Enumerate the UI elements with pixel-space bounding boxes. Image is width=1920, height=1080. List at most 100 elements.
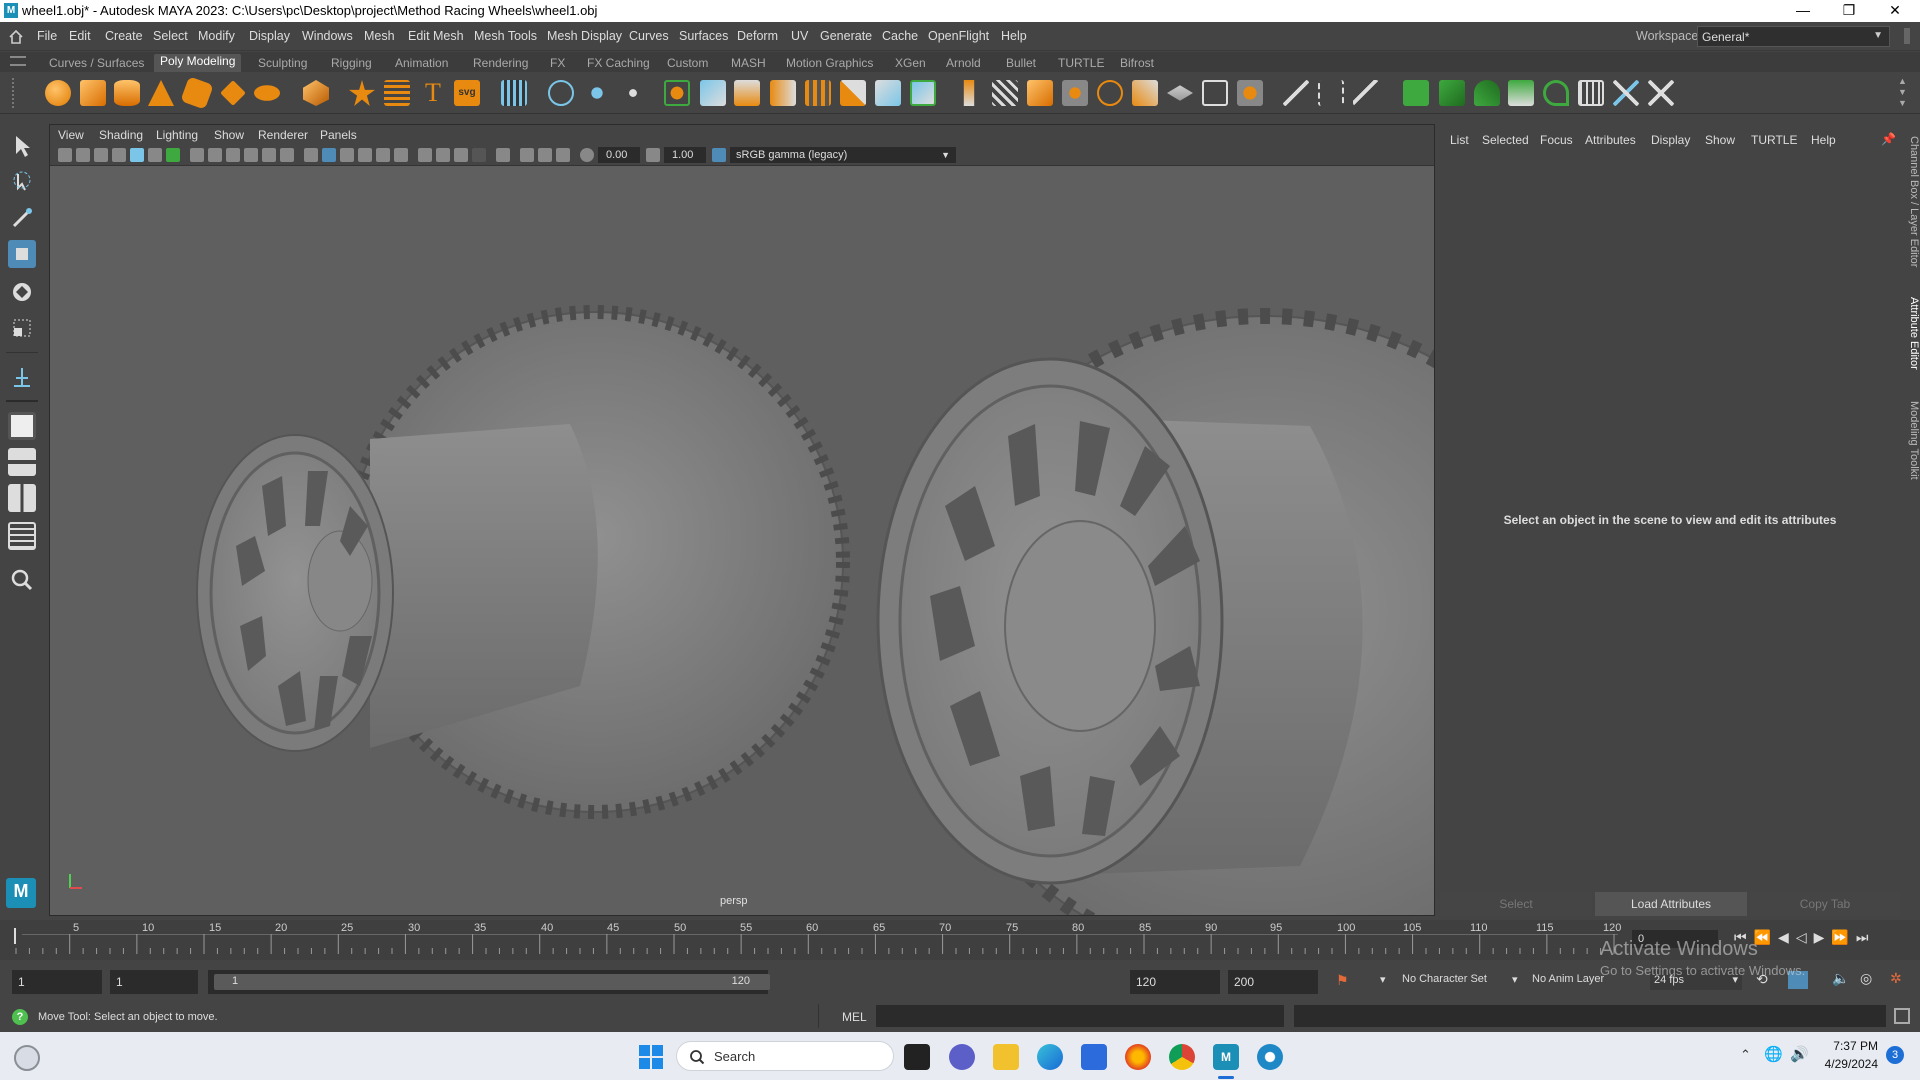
freeze-transform-icon[interactable]: [1439, 80, 1465, 106]
minimize-button[interactable]: —: [1780, 0, 1826, 22]
menu-file[interactable]: File: [37, 29, 57, 43]
ae-menu-focus[interactable]: Focus: [1540, 133, 1573, 147]
mirror-icon[interactable]: [1403, 80, 1429, 106]
paint-weights-icon[interactable]: [1353, 80, 1379, 106]
ae-load-attributes-button[interactable]: Load Attributes: [1595, 892, 1747, 916]
menu-surfaces[interactable]: Surfaces: [679, 29, 728, 43]
outliner-layout-icon[interactable]: [8, 522, 36, 550]
smooth-shade-icon[interactable]: [322, 148, 336, 162]
extrude-icon[interactable]: [734, 80, 760, 106]
chevron-up-icon[interactable]: ⌃: [1740, 1047, 1751, 1063]
taskbar-search-box[interactable]: Search: [676, 1041, 894, 1071]
shelf-tab-rendering[interactable]: Rendering: [473, 56, 528, 70]
svg-tool-icon[interactable]: svg: [454, 80, 480, 106]
delete-icon[interactable]: [1648, 80, 1674, 106]
paint-select-icon[interactable]: [8, 204, 36, 232]
range-slider[interactable]: 1 120: [208, 970, 770, 994]
poly-plane-icon[interactable]: [220, 80, 246, 106]
side-tab-attribute-editor[interactable]: Attribute Editor: [1901, 285, 1920, 381]
type-tool-icon[interactable]: T: [420, 80, 446, 106]
menu-edit[interactable]: Edit: [69, 29, 91, 43]
shelf-tab-motion-graphics[interactable]: Motion Graphics: [786, 56, 873, 70]
ae-menu-show[interactable]: Show: [1705, 133, 1735, 147]
offset-edge-loop-icon[interactable]: [992, 80, 1018, 106]
play-forward-icon[interactable]: ▶: [1814, 929, 1832, 945]
slide-edge-icon[interactable]: [1132, 80, 1158, 106]
xray-joints-icon[interactable]: [556, 148, 570, 162]
animation-end-field[interactable]: 200: [1228, 970, 1318, 994]
command-input[interactable]: [876, 1005, 1284, 1027]
viewport-panel[interactable]: View Shading Lighting Show Renderer Pane…: [49, 124, 1435, 916]
shelf-tab-custom[interactable]: Custom: [667, 56, 708, 70]
delete-history-icon[interactable]: [1508, 80, 1534, 106]
taskbar-date[interactable]: 4/29/2024: [1808, 1057, 1878, 1071]
center-pivot-icon[interactable]: [1474, 80, 1500, 106]
search-icon[interactable]: [8, 566, 36, 594]
volume-icon[interactable]: 🔊: [1790, 1045, 1809, 1063]
language-globe-icon[interactable]: 🌐: [1764, 1045, 1783, 1063]
shelf-tab-rigging[interactable]: Rigging: [331, 56, 372, 70]
ae-menu-attributes[interactable]: Attributes: [1585, 133, 1636, 147]
chevron-down-icon[interactable]: ▾: [1512, 973, 1518, 986]
shelf-tab-turtle[interactable]: TURTLE: [1058, 56, 1104, 70]
wireframe-on-shaded-icon[interactable]: [340, 148, 354, 162]
viewport-menu-shading[interactable]: Shading: [99, 128, 143, 142]
ae-menu-turtle[interactable]: TURTLE: [1751, 133, 1797, 147]
windows-start-icon[interactable]: [638, 1044, 664, 1070]
gamma-field[interactable]: 1.00: [664, 147, 706, 163]
shelf-tab-bullet[interactable]: Bullet: [1006, 56, 1036, 70]
menu-select[interactable]: Select: [153, 29, 188, 43]
gamma-icon[interactable]: [646, 148, 660, 162]
viewport-menu-renderer[interactable]: Renderer: [258, 128, 308, 142]
menu-modify[interactable]: Modify: [198, 29, 235, 43]
combine-icon[interactable]: [664, 80, 690, 106]
viewport-menu-show[interactable]: Show: [214, 128, 244, 142]
microsoft-store-icon[interactable]: [1081, 1044, 1107, 1070]
mel-label[interactable]: MEL: [842, 1010, 867, 1024]
shelf-options-icon[interactable]: [12, 78, 22, 108]
ae-menu-list[interactable]: List: [1450, 133, 1469, 147]
go-to-end-icon[interactable]: ⏭: [1856, 929, 1876, 945]
taskbar-time[interactable]: 7:37 PM: [1818, 1039, 1878, 1053]
menu-windows[interactable]: Windows: [302, 29, 353, 43]
shelf-menu-icon[interactable]: [10, 56, 26, 66]
platonic-solid-icon[interactable]: [303, 80, 329, 106]
poly-torus-icon[interactable]: [180, 76, 214, 110]
append-polygon-icon[interactable]: [805, 80, 831, 106]
shelf-tab-fx[interactable]: FX: [550, 56, 565, 70]
soft-mod-tool-icon[interactable]: [8, 364, 36, 392]
playback-end-field[interactable]: 120: [1130, 970, 1220, 994]
menu-generate[interactable]: Generate: [820, 29, 872, 43]
menu-mesh-tools[interactable]: Mesh Tools: [474, 29, 537, 43]
color-management-icon[interactable]: [712, 148, 726, 162]
poly-sphere-icon[interactable]: [45, 80, 71, 106]
menu-help[interactable]: Help: [1001, 29, 1027, 43]
exposure-field[interactable]: 0.00: [598, 147, 640, 163]
camera-attributes-icon[interactable]: [94, 148, 108, 162]
symmetry-icon[interactable]: [1318, 80, 1344, 106]
uv-editor-icon[interactable]: [501, 80, 527, 106]
poly-disc-icon[interactable]: [254, 85, 280, 101]
multi-cut-icon[interactable]: [875, 80, 901, 106]
maya-taskbar-icon[interactable]: M: [1213, 1044, 1239, 1070]
separate-icon[interactable]: [584, 80, 610, 106]
ae-select-button[interactable]: Select: [1440, 892, 1592, 916]
depth-of-field-icon[interactable]: [472, 148, 486, 162]
menu-edit-mesh[interactable]: Edit Mesh: [408, 29, 464, 43]
menu-cache[interactable]: Cache: [882, 29, 918, 43]
anim-layer-label[interactable]: No Anim Layer: [1532, 973, 1604, 985]
menu-display[interactable]: Display: [249, 29, 290, 43]
task-view-icon[interactable]: [904, 1044, 930, 1070]
ae-menu-help[interactable]: Help: [1811, 133, 1836, 147]
poly-helix-icon[interactable]: [384, 80, 410, 106]
move-tool-icon[interactable]: [8, 240, 36, 268]
shelf-tab-fx-caching[interactable]: FX Caching: [587, 56, 650, 70]
poly-cube-icon[interactable]: [80, 80, 106, 106]
smooth-icon[interactable]: [700, 80, 726, 106]
ae-copy-tab-button[interactable]: Copy Tab: [1750, 892, 1900, 916]
spin-edge-icon[interactable]: [1167, 85, 1193, 101]
motion-blur-icon[interactable]: [436, 148, 450, 162]
xray-active-icon[interactable]: [538, 148, 552, 162]
2d-pan-zoom-icon[interactable]: [148, 148, 162, 162]
grease-pencil-icon[interactable]: [166, 148, 180, 162]
